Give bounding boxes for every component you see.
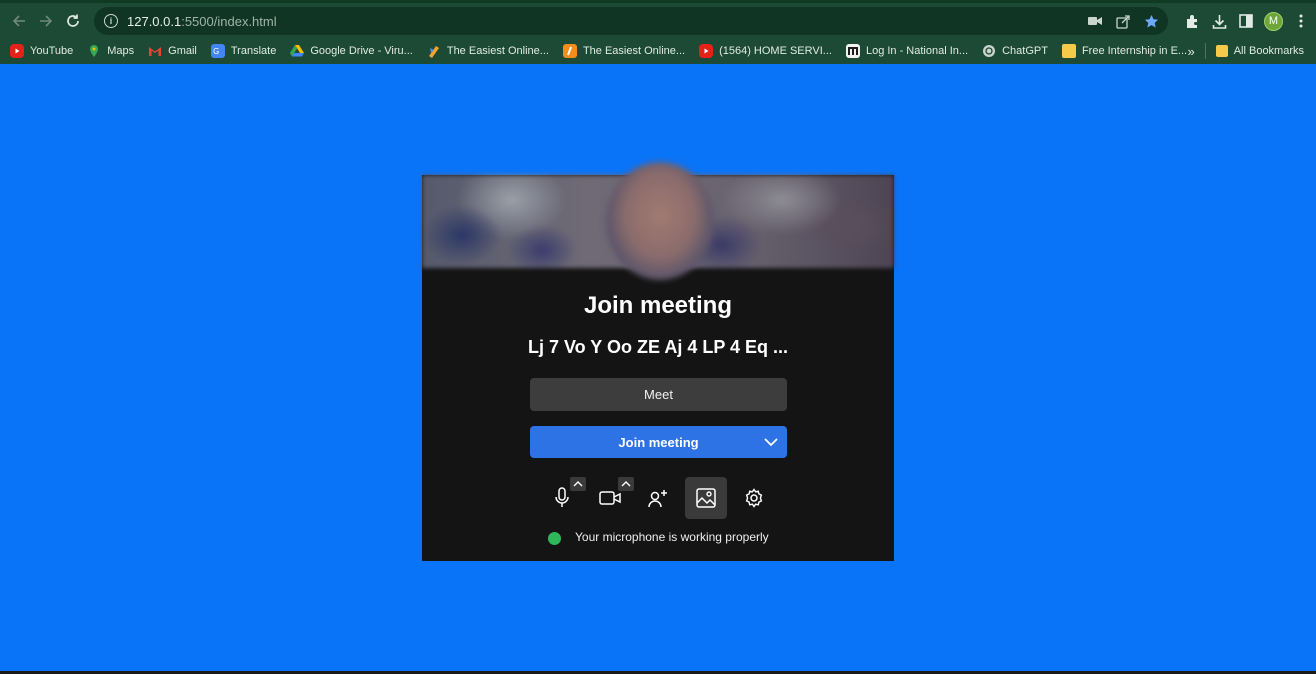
back-arrow-icon (12, 14, 25, 27)
add-person-icon (648, 490, 667, 508)
status-text: Your microphone is working properly (575, 530, 769, 544)
status-indicator-dot (548, 532, 561, 545)
meeting-code: Lj 7 Vo Y Oo ZE Aj 4 LP 4 Eq ... (527, 337, 789, 357)
bookmark-youtube[interactable]: YouTube (10, 44, 73, 58)
bookmark-free-internship[interactable]: Free Internship in E... (1061, 44, 1187, 58)
background-effects-button[interactable] (685, 477, 727, 519)
profile-avatar[interactable]: M (1264, 11, 1283, 31)
chevron-up-icon (621, 481, 631, 487)
forward-arrow-icon (39, 14, 52, 27)
user-avatar-blurred (606, 162, 714, 280)
bookmarks-divider (1204, 43, 1206, 59)
camera-options-button[interactable] (618, 477, 634, 491)
media-controls (422, 477, 894, 519)
bookmark-star-icon[interactable] (1142, 12, 1160, 30)
meeting-title: Join meeting (583, 292, 733, 319)
chatgpt-icon (982, 44, 996, 58)
reload-icon (66, 14, 79, 27)
chevron-up-icon (573, 481, 583, 487)
bookmark-national-login[interactable]: Log In - National In... (845, 44, 968, 58)
extensions-icon[interactable] (1183, 12, 1201, 30)
bookmark-translate[interactable]: G Translate (210, 44, 276, 58)
svg-text:G: G (213, 47, 219, 56)
side-panel-icon[interactable] (1237, 12, 1255, 30)
bookmark-easiest-online-2[interactable]: The Easiest Online... (562, 44, 685, 58)
browser-toolbar: i 127.0.0.1:5500/index.html M (0, 3, 1316, 38)
easiest-online-icon (427, 44, 441, 58)
nimbus-icon (845, 44, 860, 58)
all-bookmarks-button[interactable]: All Bookmarks (1215, 45, 1304, 57)
downloads-icon[interactable] (1210, 12, 1228, 30)
forward-button[interactable] (32, 7, 59, 34)
back-button[interactable] (5, 7, 32, 34)
join-meeting-card: Join meeting Lj 7 Vo Y Oo ZE Aj 4 LP 4 E… (422, 162, 894, 561)
easiest-online-icon (562, 44, 577, 58)
google-drive-icon (290, 44, 305, 58)
bookmarks-bar: YouTube Maps Gmail G Translate Google Dr… (0, 38, 1316, 64)
bookmark-gmail[interactable]: Gmail (148, 44, 197, 58)
microphone-icon (555, 487, 569, 507)
folder-icon (1061, 44, 1076, 58)
camera-icon (599, 491, 621, 505)
url-host: 127.0.0.1 (127, 13, 182, 29)
join-meeting-button[interactable]: Join meeting (530, 426, 787, 458)
gmail-icon (148, 44, 162, 58)
background-image-icon (696, 488, 716, 508)
address-bar[interactable]: i 127.0.0.1:5500/index.html (94, 7, 1168, 35)
url-path: :5500/index.html (181, 13, 277, 29)
maps-icon (87, 44, 101, 58)
join-meeting-label: Join meeting (618, 434, 699, 450)
microphone-options-button[interactable] (570, 477, 586, 491)
bookmark-easiest-online-1[interactable]: The Easiest Online... (427, 44, 549, 58)
microphone-status: Your microphone is working properly (422, 530, 894, 546)
more-bookmarks-button[interactable]: » (1187, 44, 1194, 59)
bookmark-maps[interactable]: Maps (87, 44, 134, 58)
translate-icon: G (210, 44, 225, 58)
reload-button[interactable] (59, 7, 86, 34)
bookmark-google-drive[interactable]: Google Drive - Viru... (290, 44, 413, 58)
youtube-icon (699, 44, 714, 58)
menu-kebab-icon[interactable] (1292, 12, 1310, 30)
add-person-button[interactable] (637, 477, 679, 519)
folder-icon (1215, 45, 1228, 57)
bookmark-chatgpt[interactable]: ChatGPT (982, 44, 1048, 58)
meet-button[interactable]: Meet (530, 378, 787, 411)
chevron-down-icon[interactable] (763, 434, 779, 450)
bookmark-home-services[interactable]: (1564) HOME SERVI... (699, 44, 832, 58)
settings-icon (745, 488, 763, 508)
settings-button[interactable] (733, 477, 775, 519)
site-info-icon[interactable]: i (104, 14, 118, 28)
camera-in-use-icon[interactable] (1086, 12, 1104, 30)
youtube-icon (10, 44, 24, 58)
share-icon[interactable] (1114, 12, 1132, 30)
